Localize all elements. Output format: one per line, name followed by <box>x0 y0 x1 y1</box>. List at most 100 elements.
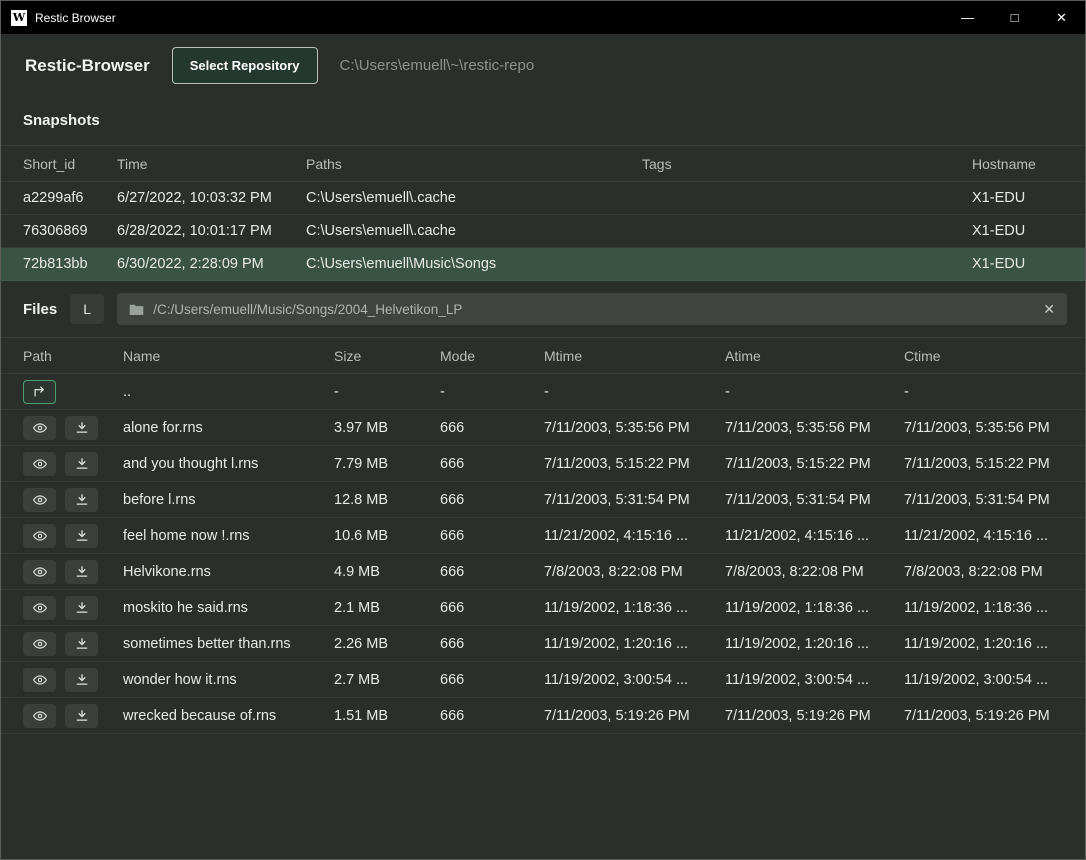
cell-ctime: 11/19/2002, 1:20:16 ... <box>904 636 1063 652</box>
cell-size: - <box>334 384 440 400</box>
preview-button[interactable] <box>23 452 56 476</box>
cell-atime: 11/19/2002, 1:18:36 ... <box>725 600 904 616</box>
download-button[interactable] <box>65 596 98 620</box>
snapshot-row[interactable]: 76306869 6/28/2022, 10:01:17 PM C:\Users… <box>1 215 1085 248</box>
column-header-atime: Atime <box>725 348 904 364</box>
cell-time: 6/27/2022, 10:03:32 PM <box>117 190 306 206</box>
preview-button[interactable] <box>23 596 56 620</box>
files-table: .. - - - - - <box>1 374 1085 734</box>
cell-name: wonder how it.rns <box>123 672 334 688</box>
preview-button[interactable] <box>23 488 56 512</box>
snapshots-table-header: Short_id Time Paths Tags Hostname <box>1 145 1085 182</box>
column-header-ctime: Ctime <box>904 348 1063 364</box>
cell-mode: 666 <box>440 528 544 544</box>
cell-size: 2.1 MB <box>334 600 440 616</box>
snapshots-table: a2299af6 6/27/2022, 10:03:32 PM C:\Users… <box>1 182 1085 281</box>
cell-short-id: 72b813bb <box>23 256 117 272</box>
cell-mode: 666 <box>440 600 544 616</box>
download-icon <box>75 457 89 471</box>
cell-hostname: X1-EDU <box>972 190 1063 206</box>
cell-name: .. <box>123 384 334 400</box>
preview-button[interactable] <box>23 632 56 656</box>
cell-mtime: 7/11/2003, 5:35:56 PM <box>544 420 725 436</box>
cell-paths: C:\Users\emuell\Music\Songs <box>306 256 642 272</box>
select-repository-button[interactable]: Select Repository <box>172 47 318 84</box>
eye-icon <box>32 457 48 471</box>
download-button[interactable] <box>65 416 98 440</box>
cell-name: sometimes better than.rns <box>123 636 334 652</box>
download-button[interactable] <box>65 560 98 584</box>
column-header-hostname: Hostname <box>972 156 1063 172</box>
column-header-mode: Mode <box>440 348 544 364</box>
return-arrow-icon <box>32 385 47 398</box>
file-row: alone for.rns 3.97 MB 666 7/11/2003, 5:3… <box>1 410 1085 446</box>
cell-mode: 666 <box>440 708 544 724</box>
app-icon: W <box>11 10 27 26</box>
cell-mode: 666 <box>440 564 544 580</box>
cell-mode: 666 <box>440 456 544 472</box>
cell-mode: 666 <box>440 672 544 688</box>
file-row: wonder how it.rns 2.7 MB 666 11/19/2002,… <box>1 662 1085 698</box>
cell-mode: 666 <box>440 420 544 436</box>
cell-name: moskito he said.rns <box>123 600 334 616</box>
cell-name: before l.rns <box>123 492 334 508</box>
preview-button[interactable] <box>23 560 56 584</box>
clear-path-icon[interactable]: ✕ <box>1043 301 1055 318</box>
path-input[interactable]: /C:/Users/emuell/Music/Songs/2004_Helvet… <box>117 293 1067 325</box>
cell-ctime: 11/21/2002, 4:15:16 ... <box>904 528 1063 544</box>
cell-mtime: 7/11/2003, 5:19:26 PM <box>544 708 725 724</box>
preview-button[interactable] <box>23 416 56 440</box>
download-button[interactable] <box>65 452 98 476</box>
drive-select-button[interactable]: L <box>70 294 104 324</box>
column-header-name: Name <box>123 348 334 364</box>
cell-size: 3.97 MB <box>334 420 440 436</box>
cell-mtime: 11/21/2002, 4:15:16 ... <box>544 528 725 544</box>
download-icon <box>75 421 89 435</box>
download-button[interactable] <box>65 704 98 728</box>
cell-atime: 7/11/2003, 5:35:56 PM <box>725 420 904 436</box>
cell-atime: - <box>725 384 904 400</box>
cell-name: alone for.rns <box>123 420 334 436</box>
download-button[interactable] <box>65 524 98 548</box>
go-up-button[interactable] <box>23 380 56 404</box>
maximize-button[interactable]: □ <box>991 1 1038 34</box>
preview-button[interactable] <box>23 668 56 692</box>
cell-short-id: 76306869 <box>23 223 117 239</box>
file-row: wrecked because of.rns 1.51 MB 666 7/11/… <box>1 698 1085 734</box>
download-button[interactable] <box>65 668 98 692</box>
download-icon <box>75 493 89 507</box>
files-table-header: Path Name Size Mode Mtime Atime Ctime <box>1 337 1085 374</box>
column-header-path: Path <box>23 348 123 364</box>
cell-hostname: X1-EDU <box>972 256 1063 272</box>
download-button[interactable] <box>65 488 98 512</box>
cell-ctime: 7/11/2003, 5:19:26 PM <box>904 708 1063 724</box>
cell-atime: 11/19/2002, 1:20:16 ... <box>725 636 904 652</box>
file-row: before l.rns 12.8 MB 666 7/11/2003, 5:31… <box>1 482 1085 518</box>
eye-icon <box>32 529 48 543</box>
close-button[interactable]: ✕ <box>1038 1 1085 34</box>
cell-size: 4.9 MB <box>334 564 440 580</box>
snapshot-row[interactable]: 72b813bb 6/30/2022, 2:28:09 PM C:\Users\… <box>1 248 1085 281</box>
download-button[interactable] <box>65 632 98 656</box>
current-path: /C:/Users/emuell/Music/Songs/2004_Helvet… <box>153 302 1034 317</box>
column-header-paths: Paths <box>306 156 642 172</box>
cell-atime: 11/19/2002, 3:00:54 ... <box>725 672 904 688</box>
cell-mtime: 7/8/2003, 8:22:08 PM <box>544 564 725 580</box>
eye-icon <box>32 565 48 579</box>
preview-button[interactable] <box>23 704 56 728</box>
app-title: Restic-Browser <box>25 56 150 76</box>
column-header-size: Size <box>334 348 440 364</box>
download-icon <box>75 601 89 615</box>
snapshot-row[interactable]: a2299af6 6/27/2022, 10:03:32 PM C:\Users… <box>1 182 1085 215</box>
cell-size: 7.79 MB <box>334 456 440 472</box>
cell-mtime: 7/11/2003, 5:31:54 PM <box>544 492 725 508</box>
minimize-button[interactable]: — <box>944 1 991 34</box>
preview-button[interactable] <box>23 524 56 548</box>
cell-ctime: - <box>904 384 1063 400</box>
eye-icon <box>32 637 48 651</box>
cell-mtime: 11/19/2002, 1:18:36 ... <box>544 600 725 616</box>
cell-ctime: 11/19/2002, 3:00:54 ... <box>904 672 1063 688</box>
app-header: Restic-Browser Select Repository C:\User… <box>1 34 1085 98</box>
cell-mtime: 11/19/2002, 3:00:54 ... <box>544 672 725 688</box>
column-header-tags: Tags <box>642 156 972 172</box>
